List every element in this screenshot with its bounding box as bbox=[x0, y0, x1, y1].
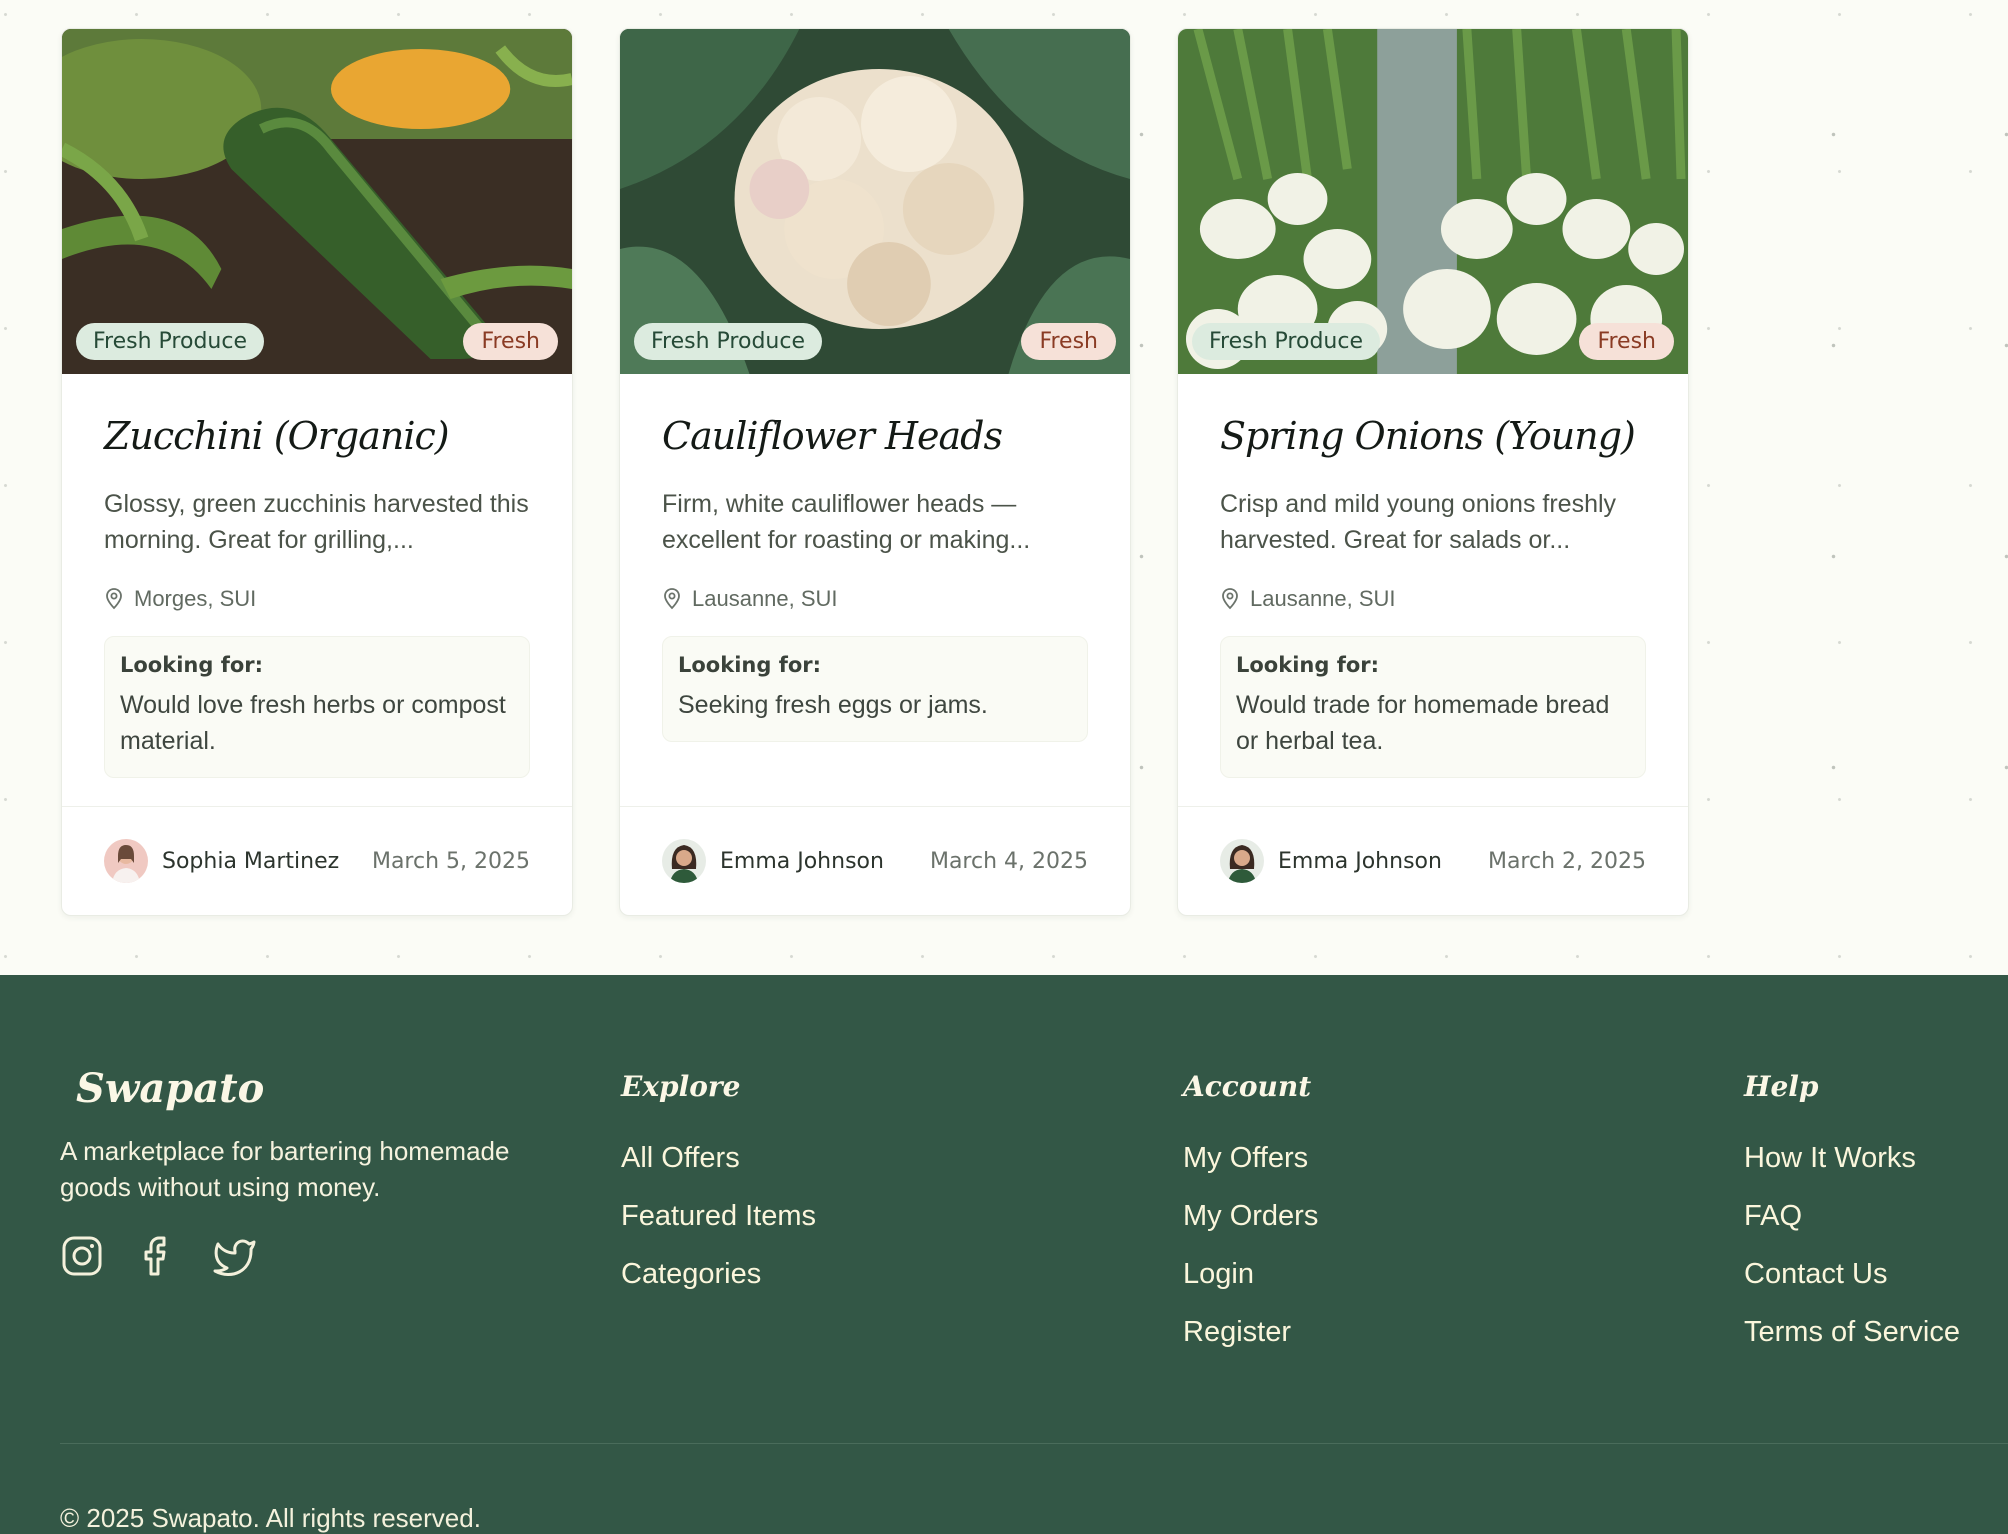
category-badge: Fresh Produce bbox=[1192, 323, 1380, 360]
looking-for-box: Looking for: Seeking fresh eggs or jams. bbox=[662, 636, 1088, 742]
listing-grid: Fresh Produce Fresh Zucchini (Organic) G… bbox=[61, 28, 1689, 916]
footer-link-how-it-works[interactable]: How It Works bbox=[1744, 1141, 1960, 1199]
site-footer: Swapato A marketplace for bartering home… bbox=[0, 975, 2008, 1534]
listing-title[interactable]: Spring Onions (Young) bbox=[1220, 414, 1646, 472]
looking-for-text: Would trade for homemade bread or herbal… bbox=[1236, 691, 1610, 755]
listing-description: Glossy, green zucchinis harvested this m… bbox=[104, 490, 529, 554]
footer-column-title: Explore bbox=[621, 1070, 741, 1103]
author-name[interactable]: Emma Johnson bbox=[1278, 849, 1442, 874]
footer-link-contact-us[interactable]: Contact Us bbox=[1744, 1257, 1960, 1315]
map-pin-icon bbox=[664, 588, 680, 610]
condition-badge: Fresh bbox=[1021, 323, 1116, 360]
looking-for-text: Seeking fresh eggs or jams. bbox=[678, 691, 988, 719]
footer-link-register[interactable]: Register bbox=[1183, 1315, 1318, 1373]
looking-for-label: Looking for: bbox=[1236, 653, 1380, 677]
listing-card[interactable]: Fresh Produce Fresh Cauliflower Heads Fi… bbox=[619, 28, 1131, 916]
footer-link-featured-items[interactable]: Featured Items bbox=[621, 1199, 816, 1257]
footer-tagline: A marketplace for bartering homemade goo… bbox=[60, 1136, 510, 1202]
listing-card[interactable]: Fresh Produce Fresh Spring Onions (Young… bbox=[1177, 28, 1689, 916]
listing-image[interactable]: Fresh Produce Fresh bbox=[62, 29, 572, 374]
social-links bbox=[60, 1234, 256, 1278]
twitter-icon[interactable] bbox=[212, 1234, 256, 1278]
footer-link-terms[interactable]: Terms of Service bbox=[1744, 1315, 1960, 1373]
footer-column-explore: Explore All Offers Featured Items Catego… bbox=[621, 1070, 816, 1315]
location-text: Morges, SUI bbox=[134, 586, 257, 611]
facebook-icon[interactable] bbox=[136, 1234, 180, 1278]
footer-column-account: Account My Offers My Orders Login Regist… bbox=[1183, 1070, 1318, 1373]
copyright-text: © 2025 Swapato. All rights reserved. bbox=[60, 1503, 481, 1533]
listing-date: March 4, 2025 bbox=[929, 848, 1088, 874]
condition-badge: Fresh bbox=[1579, 323, 1674, 360]
footer-link-faq[interactable]: FAQ bbox=[1744, 1199, 1960, 1257]
avatar[interactable] bbox=[104, 839, 148, 883]
listing-date: March 5, 2025 bbox=[371, 848, 530, 874]
looking-for-box: Looking for: Would trade for homemade br… bbox=[1220, 636, 1646, 778]
avatar[interactable] bbox=[662, 839, 706, 883]
listing-card[interactable]: Fresh Produce Fresh Zucchini (Organic) G… bbox=[61, 28, 573, 916]
listing-description: Firm, white cauliflower heads — excellen… bbox=[662, 490, 1031, 554]
user-avatar-icon bbox=[662, 839, 706, 883]
listing-location: Lausanne, SUI bbox=[1220, 586, 1646, 612]
listing-footer: Emma Johnson March 2, 2025 bbox=[1178, 806, 1688, 915]
footer-link-categories[interactable]: Categories bbox=[621, 1257, 816, 1315]
footer-link-login[interactable]: Login bbox=[1183, 1257, 1318, 1315]
location-text: Lausanne, SUI bbox=[1250, 586, 1396, 611]
footer-column-title: Account bbox=[1183, 1070, 1312, 1103]
listing-image[interactable]: Fresh Produce Fresh bbox=[1178, 29, 1688, 374]
footer-link-my-orders[interactable]: My Orders bbox=[1183, 1199, 1318, 1257]
listing-footer: Sophia Martinez March 5, 2025 bbox=[62, 806, 572, 915]
listing-location: Lausanne, SUI bbox=[662, 586, 1088, 612]
footer-link-all-offers[interactable]: All Offers bbox=[621, 1141, 816, 1199]
map-pin-icon bbox=[1222, 588, 1238, 610]
user-avatar-icon bbox=[1220, 839, 1264, 883]
map-pin-icon bbox=[106, 588, 122, 610]
listing-date: March 2, 2025 bbox=[1487, 848, 1646, 874]
listing-description: Crisp and mild young onions freshly harv… bbox=[1220, 490, 1617, 554]
instagram-icon[interactable] bbox=[60, 1234, 104, 1278]
listing-title[interactable]: Zucchini (Organic) bbox=[104, 414, 530, 472]
category-badge: Fresh Produce bbox=[76, 323, 264, 360]
looking-for-label: Looking for: bbox=[120, 653, 264, 677]
user-avatar-icon bbox=[104, 839, 148, 883]
looking-for-text: Would love fresh herbs or compost materi… bbox=[120, 691, 506, 755]
footer-brand-logo[interactable]: Swapato bbox=[76, 1065, 264, 1112]
author-name[interactable]: Sophia Martinez bbox=[162, 849, 339, 874]
avatar[interactable] bbox=[1220, 839, 1264, 883]
listing-image[interactable]: Fresh Produce Fresh bbox=[620, 29, 1130, 374]
looking-for-label: Looking for: bbox=[678, 653, 822, 677]
category-badge: Fresh Produce bbox=[634, 323, 822, 360]
listing-footer: Emma Johnson March 4, 2025 bbox=[620, 806, 1130, 915]
location-text: Lausanne, SUI bbox=[692, 586, 838, 611]
looking-for-box: Looking for: Would love fresh herbs or c… bbox=[104, 636, 530, 778]
footer-divider bbox=[60, 1443, 2008, 1444]
listing-title[interactable]: Cauliflower Heads bbox=[662, 414, 1088, 472]
footer-column-title: Help bbox=[1744, 1070, 1819, 1103]
listing-location: Morges, SUI bbox=[104, 586, 530, 612]
author-name[interactable]: Emma Johnson bbox=[720, 849, 884, 874]
footer-link-my-offers[interactable]: My Offers bbox=[1183, 1141, 1318, 1199]
condition-badge: Fresh bbox=[463, 323, 558, 360]
footer-column-help: Help How It Works FAQ Contact Us Terms o… bbox=[1744, 1070, 1960, 1373]
